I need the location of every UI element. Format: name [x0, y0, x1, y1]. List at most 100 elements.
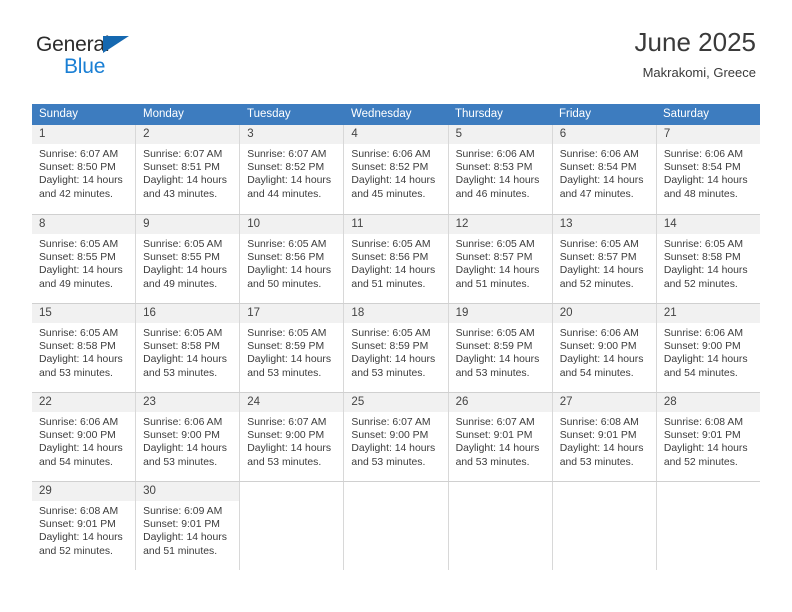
sunrise-text: Sunrise: 6:05 AM: [247, 328, 327, 339]
day-cell[interactable]: 6 Sunrise: 6:06 AM Sunset: 8:54 PM Daylight…: [552, 125, 657, 214]
day-number: 20: [552, 304, 656, 323]
day-cell[interactable]: 2 Sunrise: 6:07 AM Sunset: 8:51 PM Daylight…: [136, 125, 241, 214]
sunset-text: Sunset: 8:59 PM: [455, 341, 533, 353]
sunrise-text: Sunrise: 6:07 AM: [247, 149, 327, 160]
day-cell[interactable]: 25 Sunrise: 6:07 AM Sunset: 9:00 PM Dayligh…: [344, 393, 449, 481]
daylight-text-line1: Daylight: 14 hours: [351, 443, 436, 455]
day-details: Sunrise: 6:05 AM Sunset: 8:57 PM Daylight:…: [553, 234, 656, 291]
day-cell[interactable]: 8 Sunrise: 6:05 AM Sunset: 8:55 PM Daylight…: [32, 215, 137, 303]
day-number: 10: [240, 215, 344, 234]
sunset-text: Sunset: 8:55 PM: [39, 252, 116, 264]
day-details: Sunrise: 6:07 AM Sunset: 8:51 PM Daylight:…: [136, 144, 239, 201]
day-cell[interactable]: 23 Sunrise: 6:06 AM Sunset: 9:00 PM Dayligh…: [136, 393, 241, 481]
daylight-text-line2: and 42 minutes.: [39, 188, 113, 200]
day-number: 16: [136, 304, 240, 323]
day-details: Sunrise: 6:05 AM Sunset: 8:58 PM Daylight:…: [32, 323, 135, 380]
day-cell[interactable]: 28 Sunrise: 6:08 AM Sunset: 9:01 PM Dayligh…: [656, 393, 760, 481]
week-row: 22 Sunrise: 6:06 AM Sunset: 9:00 PM Dayligh…: [32, 392, 760, 481]
day-number: 13: [552, 215, 656, 234]
day-details: Sunrise: 6:05 AM Sunset: 8:57 PM Daylight:…: [449, 234, 552, 291]
weekday-header-sunday: Sunday: [39, 108, 79, 120]
sunset-text: Sunset: 8:58 PM: [39, 341, 116, 353]
day-cell[interactable]: 21 Sunrise: 6:06 AM Sunset: 9:00 PM Dayligh…: [656, 304, 760, 392]
day-cell[interactable]: 22 Sunrise: 6:06 AM Sunset: 9:00 PM Dayligh…: [32, 393, 137, 481]
day-cell[interactable]: 18 Sunrise: 6:05 AM Sunset: 8:59 PM Dayligh…: [344, 304, 449, 392]
day-cell-empty: [552, 482, 657, 570]
daylight-text-line1: Daylight: 14 hours: [247, 354, 332, 366]
daylight-text-line2: and 53 minutes.: [455, 456, 530, 468]
sunrise-text: Sunrise: 6:05 AM: [455, 328, 535, 339]
sunset-text: Sunset: 9:01 PM: [39, 519, 116, 531]
day-cell[interactable]: 5 Sunrise: 6:06 AM Sunset: 8:53 PM Daylight…: [448, 125, 553, 214]
daylight-text-line1: Daylight: 14 hours: [247, 175, 332, 187]
sunset-text: Sunset: 8:50 PM: [39, 162, 116, 174]
day-details: Sunrise: 6:06 AM Sunset: 9:00 PM Daylight:…: [32, 412, 135, 469]
daylight-text-line2: and 51 minutes.: [351, 278, 426, 290]
day-cell[interactable]: 16 Sunrise: 6:05 AM Sunset: 8:58 PM Dayligh…: [136, 304, 241, 392]
daylight-text-line1: Daylight: 14 hours: [143, 532, 227, 544]
weekday-header-wednesday: Wednesday: [351, 108, 412, 120]
day-cell[interactable]: 29 Sunrise: 6:08 AM Sunset: 9:01 PM Dayligh…: [32, 482, 137, 570]
day-cell[interactable]: 15 Sunrise: 6:05 AM Sunset: 8:58 PM Dayligh…: [32, 304, 137, 392]
day-cell[interactable]: 1 Sunrise: 6:07 AM Sunset: 8:50 PM Daylight…: [32, 125, 137, 214]
daylight-text-line1: Daylight: 14 hours: [143, 265, 227, 277]
sunrise-text: Sunrise: 6:05 AM: [247, 239, 327, 250]
day-number: 23: [136, 393, 240, 412]
day-cell[interactable]: 12 Sunrise: 6:05 AM Sunset: 8:57 PM Dayligh…: [448, 215, 553, 303]
day-cell[interactable]: 26 Sunrise: 6:07 AM Sunset: 9:01 PM Dayligh…: [448, 393, 553, 481]
day-cell[interactable]: 3 Sunrise: 6:07 AM Sunset: 8:52 PM Daylight…: [240, 125, 345, 214]
day-cell[interactable]: 19 Sunrise: 6:05 AM Sunset: 8:59 PM Dayligh…: [448, 304, 553, 392]
sunset-text: Sunset: 8:52 PM: [247, 162, 325, 174]
daylight-text-line2: and 52 minutes.: [559, 278, 634, 290]
daylight-text-line1: Daylight: 14 hours: [39, 175, 123, 187]
day-cell[interactable]: 4 Sunrise: 6:06 AM Sunset: 8:52 PM Daylight…: [344, 125, 449, 214]
sunset-text: Sunset: 9:00 PM: [559, 341, 637, 353]
daylight-text-line1: Daylight: 14 hours: [559, 354, 644, 366]
day-cell[interactable]: 13 Sunrise: 6:05 AM Sunset: 8:57 PM Dayligh…: [552, 215, 657, 303]
daylight-text-line1: Daylight: 14 hours: [455, 354, 540, 366]
day-cell[interactable]: 9 Sunrise: 6:05 AM Sunset: 8:55 PM Daylight…: [136, 215, 241, 303]
sunset-text: Sunset: 8:56 PM: [247, 252, 325, 264]
day-cell[interactable]: 14 Sunrise: 6:05 AM Sunset: 8:58 PM Dayligh…: [656, 215, 760, 303]
daylight-text-line2: and 53 minutes.: [143, 456, 218, 468]
weekday-header-thursday: Thursday: [455, 108, 503, 120]
day-details: Sunrise: 6:06 AM Sunset: 9:00 PM Daylight:…: [553, 323, 656, 380]
day-number: 14: [656, 215, 760, 234]
daylight-text-line1: Daylight: 14 hours: [247, 265, 332, 277]
day-cell[interactable]: 7 Sunrise: 6:06 AM Sunset: 8:54 PM Daylight…: [656, 125, 760, 214]
weekday-header-friday: Friday: [559, 108, 591, 120]
sunrise-text: Sunrise: 6:06 AM: [143, 417, 223, 428]
daylight-text-line1: Daylight: 14 hours: [143, 354, 227, 366]
day-cell[interactable]: 17 Sunrise: 6:05 AM Sunset: 8:59 PM Dayligh…: [240, 304, 345, 392]
day-details: Sunrise: 6:09 AM Sunset: 9:01 PM Daylight:…: [136, 501, 239, 558]
day-cell[interactable]: 30 Sunrise: 6:09 AM Sunset: 9:01 PM Dayligh…: [136, 482, 241, 570]
day-cell[interactable]: 27 Sunrise: 6:08 AM Sunset: 9:01 PM Dayligh…: [552, 393, 657, 481]
sunset-text: Sunset: 9:01 PM: [455, 430, 533, 442]
daylight-text-line2: and 53 minutes.: [455, 367, 530, 379]
week-row: 15 Sunrise: 6:05 AM Sunset: 8:58 PM Dayligh…: [32, 303, 760, 392]
day-number: 3: [240, 125, 344, 144]
day-cell[interactable]: 24 Sunrise: 6:07 AM Sunset: 9:00 PM Dayligh…: [240, 393, 345, 481]
daylight-text-line2: and 53 minutes.: [351, 367, 426, 379]
daylight-text-line1: Daylight: 14 hours: [663, 265, 748, 277]
sunset-text: Sunset: 8:54 PM: [663, 162, 741, 174]
sunset-text: Sunset: 8:58 PM: [143, 341, 220, 353]
weekday-header-monday: Monday: [143, 108, 184, 120]
brand-logo[interactable]: General Blue: [36, 34, 129, 77]
day-details: Sunrise: 6:05 AM Sunset: 8:59 PM Daylight:…: [344, 323, 447, 380]
daylight-text-line2: and 44 minutes.: [247, 188, 322, 200]
day-details: Sunrise: 6:07 AM Sunset: 8:52 PM Daylight:…: [240, 144, 343, 201]
day-number: [240, 482, 344, 501]
daylight-text-line1: Daylight: 14 hours: [663, 354, 748, 366]
day-number: 27: [552, 393, 656, 412]
day-number: 29: [32, 482, 136, 501]
day-cell[interactable]: 20 Sunrise: 6:06 AM Sunset: 9:00 PM Dayligh…: [552, 304, 657, 392]
day-cell-empty: [240, 482, 345, 570]
weekday-header-row: Sunday Monday Tuesday Wednesday Thursday…: [32, 104, 760, 125]
daylight-text-line1: Daylight: 14 hours: [351, 354, 436, 366]
day-cell[interactable]: 11 Sunrise: 6:05 AM Sunset: 8:56 PM Dayligh…: [344, 215, 449, 303]
day-cell[interactable]: 10 Sunrise: 6:05 AM Sunset: 8:56 PM Dayligh…: [240, 215, 345, 303]
sunset-text: Sunset: 8:59 PM: [351, 341, 429, 353]
daylight-text-line1: Daylight: 14 hours: [143, 175, 227, 187]
daylight-text-line2: and 49 minutes.: [143, 278, 218, 290]
